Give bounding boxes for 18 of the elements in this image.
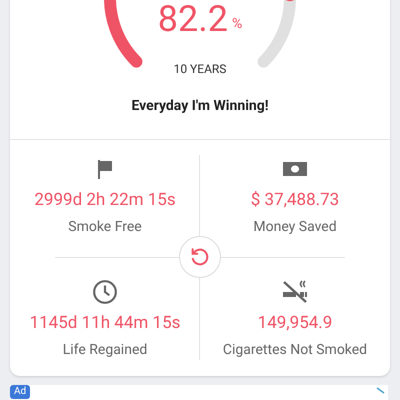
ad-choices-icon[interactable] bbox=[376, 387, 386, 395]
percent-value: 82.2 bbox=[158, 1, 228, 37]
stat-value: $ 37,488.73 bbox=[250, 189, 340, 212]
percent-unit: % bbox=[232, 17, 242, 31]
motto-text: Everyday I'm Winning! bbox=[131, 97, 269, 116]
refresh-icon bbox=[189, 246, 211, 268]
stat-label: Money Saved bbox=[253, 218, 337, 236]
clock-icon bbox=[91, 279, 119, 305]
ad-badge: Ad bbox=[10, 385, 30, 399]
duration-caption: 10 YEARS bbox=[174, 61, 226, 78]
gauge-track bbox=[258, 0, 296, 68]
stat-label: Life Regained bbox=[62, 340, 148, 360]
stat-value: 2999d 2h 22m 15s bbox=[34, 189, 176, 212]
stat-value: 149,954.9 bbox=[258, 312, 332, 335]
no-smoking-icon bbox=[281, 279, 309, 305]
stat-label: Smoke Free bbox=[68, 218, 142, 236]
stat-label: Cigarettes Not Smoked bbox=[222, 340, 368, 360]
stat-value: 1145d 11h 44m 15s bbox=[30, 312, 180, 335]
